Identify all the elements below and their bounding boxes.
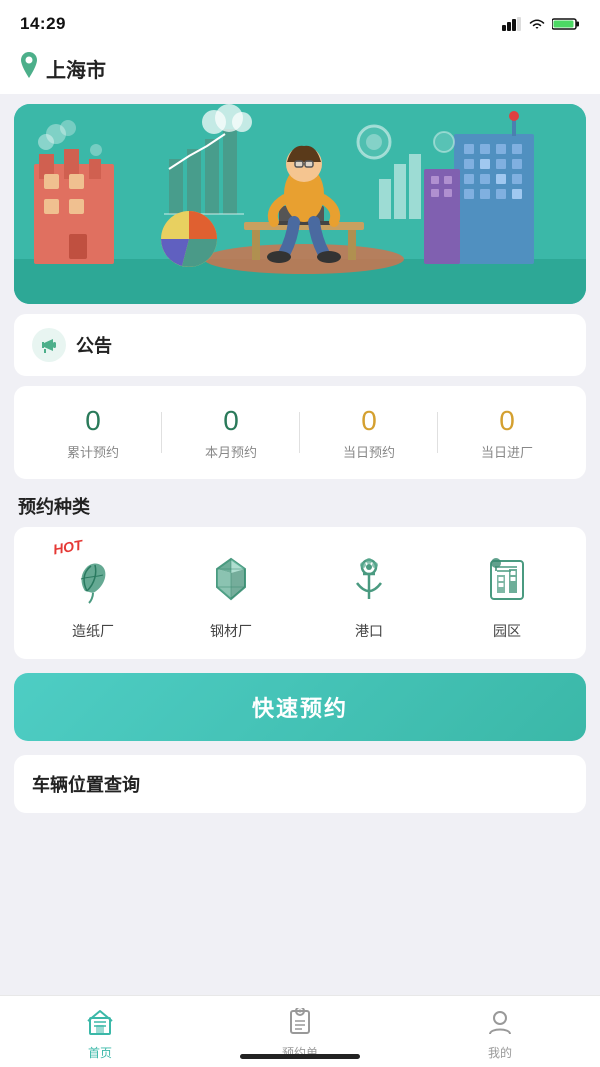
steel-factory-label: 钢材厂 <box>210 621 252 641</box>
category-steel-factory[interactable]: 钢材厂 <box>162 545 300 641</box>
hero-banner <box>14 104 586 304</box>
port-label: 港口 <box>355 621 383 641</box>
categories-grid: HOT 造纸厂 <box>14 527 586 659</box>
signal-icon <box>502 17 522 31</box>
park-icon-wrap <box>473 545 541 613</box>
battery-icon <box>552 17 580 31</box>
stat-monthly-label: 本月预约 <box>205 442 257 461</box>
port-icon <box>343 553 395 605</box>
stat-factory: 0 当日进厂 <box>438 404 576 461</box>
location-bar[interactable]: 上海市 <box>0 44 600 94</box>
stat-cumulative: 0 累计预约 <box>24 404 162 461</box>
wifi-icon <box>528 17 546 31</box>
announcement-bar[interactable]: 公告 <box>14 314 586 376</box>
steel-factory-icon-wrap <box>197 545 265 613</box>
stat-daily-label: 当日预约 <box>343 442 395 461</box>
quick-reserve-button[interactable]: 快速预约 <box>14 673 586 741</box>
vehicle-section-title: 车辆位置查询 <box>32 775 140 795</box>
category-park[interactable]: 园区 <box>438 545 576 641</box>
megaphone-icon <box>39 335 59 355</box>
hero-illustration <box>14 104 586 304</box>
location-pin-icon <box>18 52 40 84</box>
nav-profile-label: 我的 <box>488 1044 512 1061</box>
stats-bar: 0 累计预约 0 本月预约 0 当日预约 0 当日进厂 <box>14 386 586 479</box>
park-icon <box>481 553 533 605</box>
quick-reserve-text: 快速预约 <box>252 696 348 721</box>
status-icons <box>502 17 580 31</box>
reservations-nav-icon <box>286 1008 314 1040</box>
reservation-types-title: 预约种类 <box>18 493 582 519</box>
stat-factory-number: 0 <box>499 404 515 438</box>
profile-nav-icon <box>486 1008 514 1040</box>
paper-factory-label: 造纸厂 <box>72 621 114 641</box>
location-text: 上海市 <box>46 54 106 83</box>
announcement-text: 公告 <box>76 332 112 358</box>
stat-factory-label: 当日进厂 <box>481 442 533 461</box>
paper-factory-icon-wrap: HOT <box>59 545 127 613</box>
vehicle-section: 车辆位置查询 <box>14 755 586 813</box>
steel-factory-icon <box>205 553 257 605</box>
nav-profile[interactable]: 我的 <box>400 1004 600 1061</box>
status-bar: 14:29 <box>0 0 600 44</box>
category-port[interactable]: 港口 <box>300 545 438 641</box>
stat-daily-number: 0 <box>361 404 377 438</box>
nav-reservations[interactable]: 预约单 <box>200 1004 400 1061</box>
category-paper-factory[interactable]: HOT 造纸厂 <box>24 545 162 641</box>
nav-home[interactable]: 首页 <box>0 1004 200 1061</box>
stat-monthly-number: 0 <box>223 404 239 438</box>
port-icon-wrap <box>335 545 403 613</box>
paper-factory-icon <box>67 553 119 605</box>
home-nav-icon <box>86 1008 114 1040</box>
announcement-icon <box>32 328 66 362</box>
stat-monthly: 0 本月预约 <box>162 404 300 461</box>
nav-home-label: 首页 <box>88 1044 112 1061</box>
stat-cumulative-number: 0 <box>85 404 101 438</box>
status-time: 14:29 <box>20 14 66 34</box>
home-indicator <box>240 1054 360 1059</box>
stat-daily: 0 当日预约 <box>300 404 438 461</box>
park-label: 园区 <box>493 621 521 641</box>
stat-cumulative-label: 累计预约 <box>67 442 119 461</box>
